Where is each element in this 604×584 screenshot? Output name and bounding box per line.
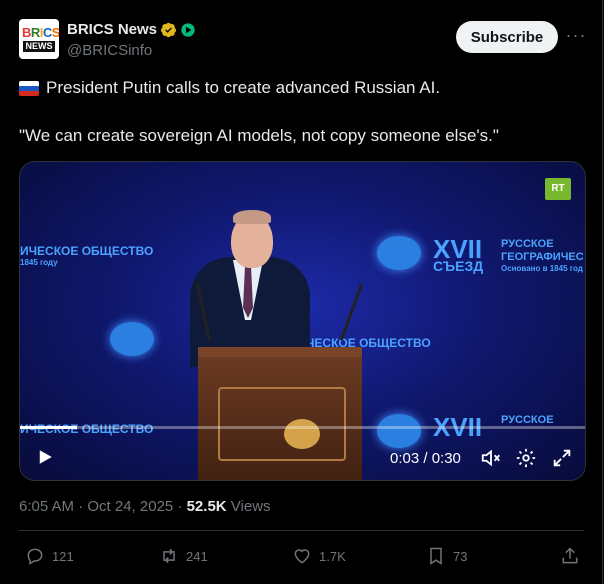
mute-icon[interactable] bbox=[480, 447, 502, 469]
share-icon bbox=[562, 547, 578, 564]
society-logo-icon bbox=[377, 414, 421, 448]
author-handle[interactable]: @BRICSinfo bbox=[67, 42, 152, 59]
reply-count: 121 bbox=[52, 548, 74, 564]
views-count: 52.5K bbox=[186, 498, 227, 515]
rt-channel-logo: RT bbox=[545, 178, 571, 200]
podium bbox=[198, 347, 362, 480]
heart-icon bbox=[294, 549, 310, 564]
affiliate-badge-icon bbox=[181, 23, 195, 37]
wall-word: СЪЕЗД bbox=[433, 258, 484, 274]
tweet-quote-line: "We can create sovereign AI models, not … bbox=[19, 126, 499, 145]
russia-flag-icon bbox=[19, 81, 39, 96]
wall-text: ИЧЕСКОЕ ОБЩЕСТВО bbox=[20, 422, 154, 436]
reply-icon bbox=[27, 548, 43, 565]
fullscreen-icon[interactable] bbox=[551, 447, 573, 469]
reply-button[interactable]: 121 bbox=[25, 545, 74, 567]
play-icon[interactable] bbox=[36, 448, 54, 466]
subscribe-button[interactable]: Subscribe bbox=[456, 21, 558, 53]
video-scrubber[interactable] bbox=[20, 426, 585, 429]
wall-text: РУССКОЕ bbox=[501, 414, 554, 426]
speaker-hair bbox=[233, 210, 271, 224]
bookmark-count: 73 bbox=[453, 548, 468, 564]
settings-gear-icon[interactable] bbox=[515, 447, 537, 469]
avatar-logo-news: NEWS bbox=[23, 41, 55, 52]
wall-text: ИЧЕСКОЕ ОБЩЕСТВО bbox=[20, 244, 154, 258]
views-label: Views bbox=[226, 498, 271, 515]
author-name[interactable]: BRICS News bbox=[67, 21, 157, 38]
divider bbox=[19, 530, 584, 531]
repost-count: 241 bbox=[186, 548, 208, 564]
video-time: 0:03 / 0:30 bbox=[390, 450, 461, 467]
tweet-card: BRICS NEWS BRICS News @BRICSinfo Subscri… bbox=[0, 0, 603, 584]
society-logo-icon bbox=[377, 236, 421, 270]
share-button[interactable] bbox=[560, 545, 580, 567]
more-options-icon[interactable]: ··· bbox=[565, 26, 587, 48]
repost-icon bbox=[163, 548, 175, 564]
avatar[interactable]: BRICS NEWS bbox=[19, 19, 59, 59]
video-player[interactable]: ИЧЕСКОЕ ОБЩЕСТВО 1845 году XVII СЪЕЗД РУ… bbox=[19, 161, 586, 481]
like-count: 1.7K bbox=[319, 548, 346, 564]
wall-text: Основано в 1845 год bbox=[501, 264, 583, 273]
avatar-logo-letters: BRICS bbox=[22, 25, 59, 40]
bookmark-button[interactable]: 73 bbox=[426, 545, 467, 567]
verified-badge-icon bbox=[161, 22, 176, 38]
tweet-text-line: President Putin calls to create advanced… bbox=[46, 78, 441, 97]
video-scrubber-progress bbox=[20, 426, 77, 429]
wall-text: РУССКОЕ bbox=[501, 238, 554, 250]
society-logo-icon bbox=[110, 322, 154, 356]
podium-panel bbox=[218, 387, 346, 461]
repost-button[interactable]: 241 bbox=[159, 545, 208, 567]
timestamp[interactable]: 6:05 AM · Oct 24, 2025 · bbox=[19, 498, 187, 515]
bookmark-icon bbox=[430, 547, 442, 565]
like-button[interactable]: 1.7K bbox=[292, 545, 346, 567]
wall-text: 1845 году bbox=[20, 258, 58, 267]
wall-text: ГЕОГРАФИЧЕС bbox=[501, 251, 584, 263]
podium-emblem-icon bbox=[284, 419, 320, 449]
tweet-meta: 6:05 AM · Oct 24, 2025 · 52.5K Views bbox=[19, 498, 271, 515]
